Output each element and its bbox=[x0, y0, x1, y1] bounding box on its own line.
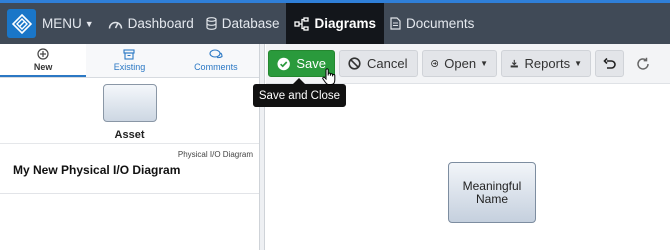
hand-cursor-icon bbox=[322, 68, 336, 91]
asset-label: Asset bbox=[114, 129, 145, 141]
download-icon bbox=[510, 59, 518, 68]
archive-icon bbox=[123, 49, 136, 60]
nav-diagrams[interactable]: Diagrams bbox=[285, 3, 385, 44]
open-label: Open bbox=[444, 56, 477, 71]
tab-existing[interactable]: Existing bbox=[86, 44, 173, 77]
nav-documents[interactable]: Documents bbox=[384, 3, 480, 44]
chevron-down-icon: ▼ bbox=[480, 59, 488, 68]
chevron-down-icon: ▼ bbox=[84, 18, 94, 29]
shape-palette: Asset bbox=[0, 78, 259, 144]
reports-label: Reports bbox=[524, 56, 571, 71]
arrow-circle-right-icon bbox=[431, 60, 439, 67]
menu-label: MENU bbox=[42, 16, 82, 31]
diagram-card[interactable]: Physical I/O Diagram My New Physical I/O… bbox=[0, 144, 259, 194]
sitemap-icon bbox=[293, 16, 309, 31]
top-nav: MENU ▼ Dashboard Database Diagrams Docum… bbox=[0, 0, 670, 44]
diagram-node[interactable]: Meaningful Name bbox=[448, 162, 536, 223]
redo-icon bbox=[636, 57, 649, 70]
left-tabs: New Existing Comments bbox=[0, 44, 259, 78]
tab-comments-label: Comments bbox=[194, 62, 238, 72]
document-icon bbox=[390, 17, 401, 30]
chevron-down-icon: ▼ bbox=[574, 59, 582, 68]
nav-diagrams-label: Diagrams bbox=[314, 16, 377, 31]
tab-comments[interactable]: Comments bbox=[172, 44, 259, 77]
nav-dashboard-label: Dashboard bbox=[127, 16, 194, 31]
menu-button[interactable]: MENU ▼ bbox=[36, 3, 102, 44]
tab-existing-label: Existing bbox=[113, 62, 146, 72]
nav-documents-label: Documents bbox=[406, 16, 475, 31]
tab-new[interactable]: New bbox=[0, 44, 87, 77]
undo-icon bbox=[602, 57, 616, 69]
plus-circle-icon bbox=[37, 47, 49, 60]
asset-shape[interactable] bbox=[102, 84, 157, 122]
diagram-name[interactable]: My New Physical I/O Diagram bbox=[13, 163, 180, 177]
diagram-canvas[interactable]: Meaningful Name bbox=[266, 85, 670, 250]
open-button[interactable]: Open ▼ bbox=[422, 50, 497, 77]
left-panel: New Existing Comments Asset Physical I/O… bbox=[0, 44, 260, 250]
cancel-button[interactable]: Cancel bbox=[339, 50, 418, 77]
nav-dashboard[interactable]: Dashboard bbox=[102, 3, 200, 44]
comments-icon bbox=[209, 49, 223, 59]
tab-new-label: New bbox=[33, 61, 53, 72]
database-icon bbox=[206, 17, 217, 30]
nav-database[interactable]: Database bbox=[200, 3, 286, 44]
diagram-type: Physical I/O Diagram bbox=[177, 150, 253, 159]
gauge-icon bbox=[108, 21, 122, 29]
reports-button[interactable]: Reports ▼ bbox=[501, 50, 591, 77]
redo-button[interactable] bbox=[628, 50, 657, 77]
app-logo-icon[interactable] bbox=[7, 9, 36, 38]
undo-button[interactable] bbox=[595, 50, 624, 77]
nav-database-label: Database bbox=[221, 16, 280, 31]
cancel-label: Cancel bbox=[367, 56, 408, 71]
ban-icon bbox=[348, 57, 361, 70]
check-circle-icon bbox=[277, 57, 290, 70]
panel-splitter[interactable] bbox=[260, 44, 265, 250]
